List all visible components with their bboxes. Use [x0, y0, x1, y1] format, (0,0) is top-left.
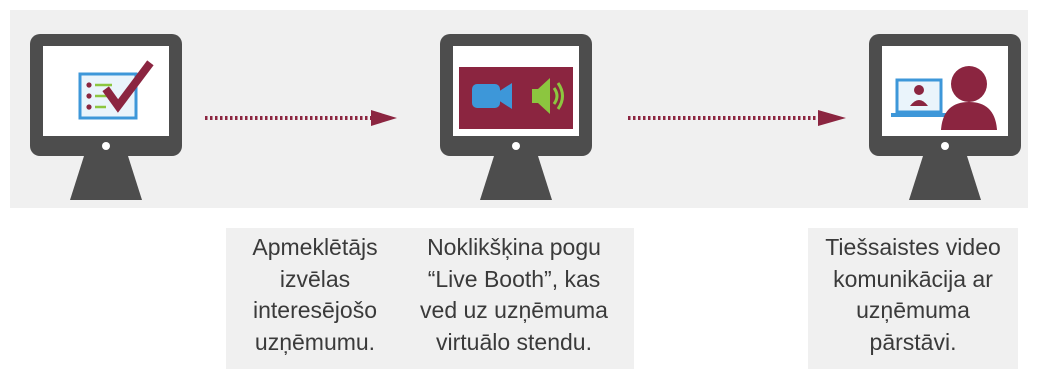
caption-line: virtuālo stendu. [436, 328, 592, 355]
monitor-step-2 [434, 30, 598, 205]
checklist-icon [30, 34, 182, 200]
arrow-right-icon [628, 110, 846, 126]
caption-line: ved uz uzņēmuma [420, 297, 608, 323]
caption-line: interesējošo [252, 297, 378, 323]
caption-line: uzņēmuma [856, 297, 970, 323]
caption-step-3: Tiešsaistes video komunikācija ar uzņēmu… [808, 228, 1018, 369]
video-call-person-icon [869, 34, 1021, 200]
arrow-right-icon [205, 110, 397, 126]
caption-line: uzņēmumu. [254, 328, 376, 355]
video-camera-icon [472, 83, 512, 109]
caption-step-1: Apmeklētājs izvēlas interesējošo uzņēmum… [226, 228, 404, 369]
caption-line: Apmeklētājs [252, 234, 378, 260]
laptop-icon [891, 78, 947, 117]
caption-line: komunikācija ar [833, 265, 993, 292]
caption-line: Tiešsaistes video [825, 234, 1001, 260]
caption-line: “Live Booth”, kas [427, 265, 601, 292]
caption-line: Noklikšķina pogu [427, 234, 601, 260]
caption-line: pārstāvi. [869, 328, 957, 355]
video-audio-icon [440, 34, 592, 200]
monitor-step-3 [863, 30, 1027, 205]
caption-line: izvēlas [279, 265, 351, 292]
monitor-step-1 [24, 30, 188, 205]
caption-step-2: Noklikšķina pogu “Live Booth”, kas ved u… [394, 228, 634, 369]
